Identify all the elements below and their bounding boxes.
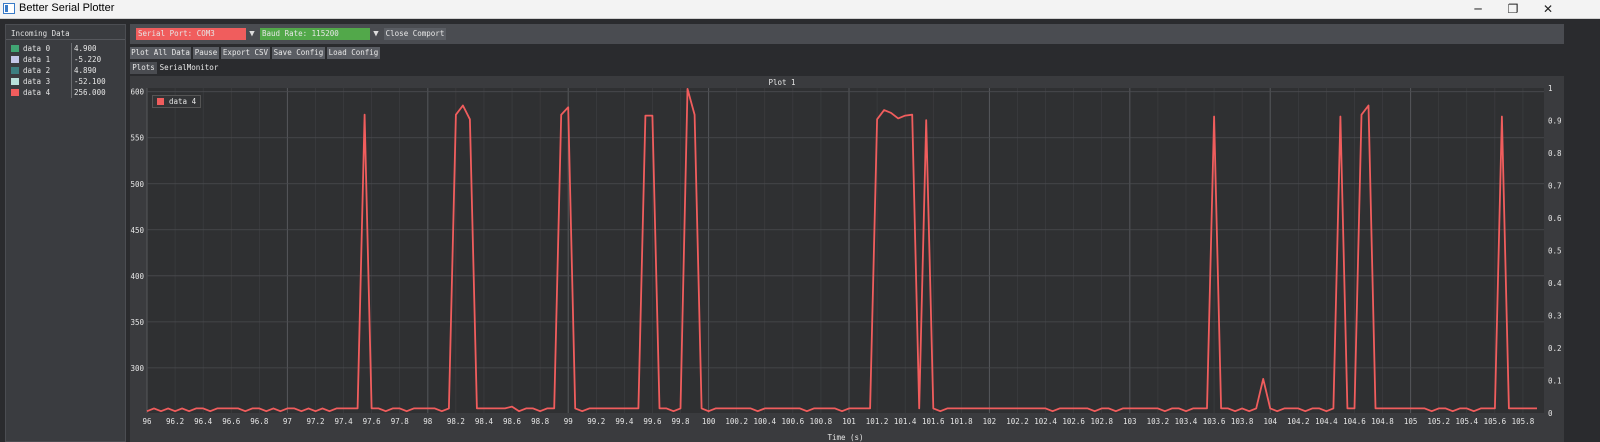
x-tick-label: 99.2: [587, 417, 605, 426]
y-tick-label: 400: [130, 272, 144, 281]
legend-swatch: [157, 98, 164, 105]
x-tick-label: 96.8: [250, 417, 269, 426]
x-tick-label: 96.6: [222, 417, 241, 426]
x-tick-label: 97: [283, 417, 292, 426]
y2-tick-label: 0.5: [1548, 247, 1562, 256]
x-tick-label: 99: [564, 417, 573, 426]
x-tick-label: 103.2: [1147, 417, 1170, 426]
legend[interactable]: data 4: [152, 95, 202, 108]
y-tick-label: 450: [130, 226, 144, 235]
x-tick-label: 104.6: [1343, 417, 1366, 426]
x-tick-label: 102: [983, 417, 997, 426]
x-tick-label: 102.2: [1006, 417, 1029, 426]
x-tick-label: 102.4: [1034, 417, 1057, 426]
x-tick-label: 105.4: [1455, 417, 1478, 426]
x-tick-label: 100: [702, 417, 716, 426]
x-tick-label: 99.4: [615, 417, 634, 426]
x-tick-label: 101.4: [894, 417, 917, 426]
x-tick-label: 104: [1263, 417, 1277, 426]
x-tick-label: 101.6: [922, 417, 945, 426]
x-tick-label: 96.4: [194, 417, 213, 426]
x-tick-label: 99.8: [671, 417, 690, 426]
x-tick-label: 105.2: [1427, 417, 1450, 426]
x-axis-label: Time (s): [827, 433, 863, 442]
legend-label: data 4: [169, 97, 197, 106]
x-tick-label: 101.8: [950, 417, 973, 426]
y2-tick-label: 0.9: [1548, 117, 1562, 126]
x-tick-label: 101.2: [866, 417, 889, 426]
x-tick-label: 102.8: [1090, 417, 1113, 426]
x-tick-label: 98: [423, 417, 433, 426]
x-tick-label: 100.2: [725, 417, 748, 426]
x-tick-label: 104.2: [1287, 417, 1310, 426]
x-tick-label: 102.6: [1062, 417, 1085, 426]
x-tick-label: 97.6: [363, 417, 382, 426]
y-tick-label: 550: [130, 134, 144, 143]
x-tick-label: 105: [1404, 417, 1418, 426]
x-tick-label: 98.6: [503, 417, 522, 426]
x-tick-label: 96.2: [166, 417, 184, 426]
y2-tick-label: 0.8: [1548, 149, 1562, 158]
x-tick-label: 100.6: [782, 417, 805, 426]
x-tick-label: 105.6: [1484, 417, 1507, 426]
x-tick-label: 97.2: [306, 417, 324, 426]
y-tick-label: 500: [130, 180, 144, 189]
y-tick-label: 350: [130, 318, 144, 327]
x-tick-label: 103.4: [1175, 417, 1198, 426]
x-tick-label: 103.6: [1203, 417, 1226, 426]
x-tick-label: 98.4: [475, 417, 494, 426]
x-tick-label: 101: [842, 417, 856, 426]
x-tick-label: 97.4: [335, 417, 354, 426]
x-tick-label: 99.6: [643, 417, 662, 426]
y2-tick-label: 0.3: [1548, 312, 1562, 321]
x-tick-label: 97.8: [391, 417, 410, 426]
x-tick-label: 100.8: [810, 417, 833, 426]
y2-tick-label: 0.4: [1548, 279, 1562, 288]
y2-tick-label: 0: [1548, 409, 1553, 418]
y2-tick-label: 0.2: [1548, 344, 1562, 353]
line-chart[interactable]: 96 96.2 96.4 96.6 96.8 97 97.2 97.4 97.6 97.8 98 98…: [0, 0, 1600, 442]
x-tick-label: 103.8: [1231, 417, 1254, 426]
x-tick-label: 100.4: [753, 417, 776, 426]
y-tick-label: 300: [130, 364, 144, 373]
y-tick-label: 600: [130, 88, 144, 97]
y2-tick-label: 0.6: [1548, 214, 1562, 223]
y2-tick-label: 0.7: [1548, 182, 1562, 191]
x-tick-label: 98.8: [531, 417, 550, 426]
x-tick-label: 96: [142, 417, 152, 426]
y2-tick-label: 0.1: [1548, 377, 1562, 386]
x-tick-label: 104.8: [1371, 417, 1394, 426]
x-tick-label: 105.8: [1512, 417, 1535, 426]
y2-tick-label: 1: [1548, 84, 1553, 93]
x-tick-label: 103: [1123, 417, 1137, 426]
x-tick-label: 98.2: [447, 417, 465, 426]
x-tick-label: 104.4: [1315, 417, 1338, 426]
